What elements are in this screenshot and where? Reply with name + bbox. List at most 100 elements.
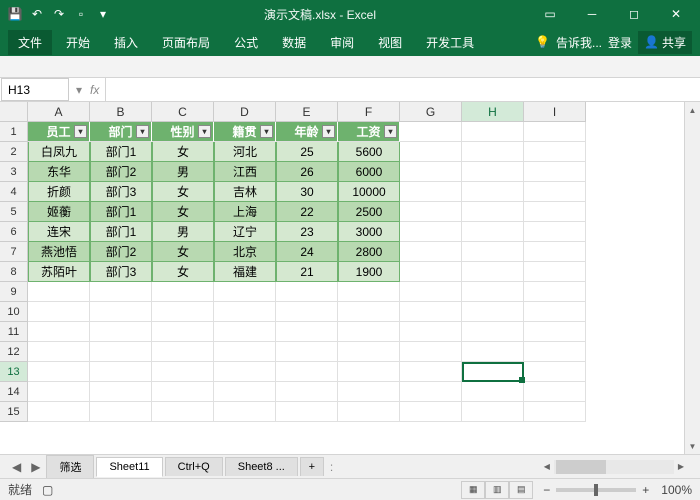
cell[interactable]: 男	[152, 222, 214, 242]
cell[interactable]	[400, 282, 462, 302]
cell[interactable]	[90, 382, 152, 402]
col-header[interactable]: B	[90, 102, 152, 122]
row-header[interactable]: 10	[0, 302, 28, 322]
filter-dropdown-icon[interactable]	[74, 125, 87, 138]
cell[interactable]: 苏陌叶	[28, 262, 90, 282]
cell[interactable]	[524, 342, 586, 362]
cell[interactable]	[462, 222, 524, 242]
cell[interactable]	[462, 382, 524, 402]
cell[interactable]: 1900	[338, 262, 400, 282]
filter-dropdown-icon[interactable]	[198, 125, 211, 138]
new-sheet-button[interactable]: +	[300, 457, 324, 476]
select-all-button[interactable]	[0, 102, 28, 122]
fx-icon[interactable]: fx	[90, 83, 99, 97]
cell[interactable]: 10000	[338, 182, 400, 202]
cell[interactable]: 部门	[90, 122, 152, 142]
cell[interactable]	[400, 302, 462, 322]
col-header[interactable]: G	[400, 102, 462, 122]
zoom-slider[interactable]	[556, 488, 636, 492]
cell[interactable]	[524, 302, 586, 322]
cell[interactable]	[152, 362, 214, 382]
cell[interactable]	[524, 122, 586, 142]
sheet-tab[interactable]: 筛选	[46, 455, 94, 478]
close-button[interactable]: ✕	[656, 0, 696, 28]
tab-formulas[interactable]: 公式	[224, 30, 268, 55]
redo-icon[interactable]: ↷	[52, 7, 66, 21]
cell[interactable]: 24	[276, 242, 338, 262]
cell[interactable]	[90, 342, 152, 362]
cell[interactable]	[400, 382, 462, 402]
cell[interactable]	[524, 322, 586, 342]
cell[interactable]: 21	[276, 262, 338, 282]
row-header[interactable]: 14	[0, 382, 28, 402]
cell[interactable]	[462, 362, 524, 382]
tab-insert[interactable]: 插入	[104, 30, 148, 55]
cell[interactable]	[90, 322, 152, 342]
cell[interactable]	[276, 282, 338, 302]
cell[interactable]	[524, 142, 586, 162]
cell[interactable]: 男	[152, 162, 214, 182]
qat-dropdown-icon[interactable]: ▾	[96, 7, 110, 21]
cell[interactable]	[214, 402, 276, 422]
sheet-tab[interactable]: Ctrl+Q	[165, 457, 223, 476]
cell[interactable]: 女	[152, 182, 214, 202]
cell[interactable]	[90, 282, 152, 302]
cell[interactable]	[400, 182, 462, 202]
cell[interactable]	[152, 282, 214, 302]
cell[interactable]	[400, 162, 462, 182]
horizontal-scrollbar[interactable]: ◀ ▶	[339, 460, 692, 474]
cell[interactable]: 部门2	[90, 242, 152, 262]
cell[interactable]	[462, 242, 524, 262]
row-header[interactable]: 15	[0, 402, 28, 422]
cell[interactable]	[462, 322, 524, 342]
cell[interactable]: 女	[152, 142, 214, 162]
cell[interactable]: 部门1	[90, 222, 152, 242]
formula-input[interactable]	[105, 78, 700, 101]
scroll-up-icon[interactable]: ▲	[685, 102, 700, 118]
share-button[interactable]: 👤 共享	[638, 31, 692, 54]
cell[interactable]	[90, 362, 152, 382]
cell[interactable]	[524, 182, 586, 202]
zoom-in-button[interactable]: +	[642, 483, 649, 497]
filter-dropdown-icon[interactable]	[384, 125, 397, 138]
cell[interactable]: 部门3	[90, 262, 152, 282]
filter-dropdown-icon[interactable]	[136, 125, 149, 138]
cell[interactable]: 6000	[338, 162, 400, 182]
row-header[interactable]: 3	[0, 162, 28, 182]
cell[interactable]	[338, 382, 400, 402]
cell[interactable]	[524, 262, 586, 282]
row-header[interactable]: 9	[0, 282, 28, 302]
cell[interactable]	[338, 302, 400, 322]
new-icon[interactable]: ▫	[74, 7, 88, 21]
cell[interactable]: 河北	[214, 142, 276, 162]
cell[interactable]	[214, 282, 276, 302]
cell[interactable]	[152, 302, 214, 322]
cell[interactable]	[28, 362, 90, 382]
scroll-right-icon[interactable]: ▶	[678, 462, 684, 471]
cell[interactable]: 北京	[214, 242, 276, 262]
cell[interactable]	[338, 342, 400, 362]
cell[interactable]: 姬蘅	[28, 202, 90, 222]
row-header[interactable]: 1	[0, 122, 28, 142]
cell[interactable]	[462, 302, 524, 322]
cell[interactable]	[276, 402, 338, 422]
row-header[interactable]: 5	[0, 202, 28, 222]
cell[interactable]: 2800	[338, 242, 400, 262]
col-header[interactable]: F	[338, 102, 400, 122]
tab-nav-prev-icon[interactable]: ◀	[8, 460, 25, 474]
cell[interactable]	[400, 122, 462, 142]
cell[interactable]	[524, 162, 586, 182]
cell[interactable]	[152, 322, 214, 342]
row-header[interactable]: 6	[0, 222, 28, 242]
cell[interactable]	[462, 202, 524, 222]
cell[interactable]	[152, 402, 214, 422]
cell[interactable]	[524, 382, 586, 402]
tab-view[interactable]: 视图	[368, 30, 412, 55]
cell[interactable]	[400, 202, 462, 222]
cell[interactable]: 部门1	[90, 142, 152, 162]
cell[interactable]	[28, 402, 90, 422]
cell[interactable]: 燕池悟	[28, 242, 90, 262]
filter-dropdown-icon[interactable]	[322, 125, 335, 138]
cell[interactable]	[214, 362, 276, 382]
cell[interactable]: 女	[152, 242, 214, 262]
